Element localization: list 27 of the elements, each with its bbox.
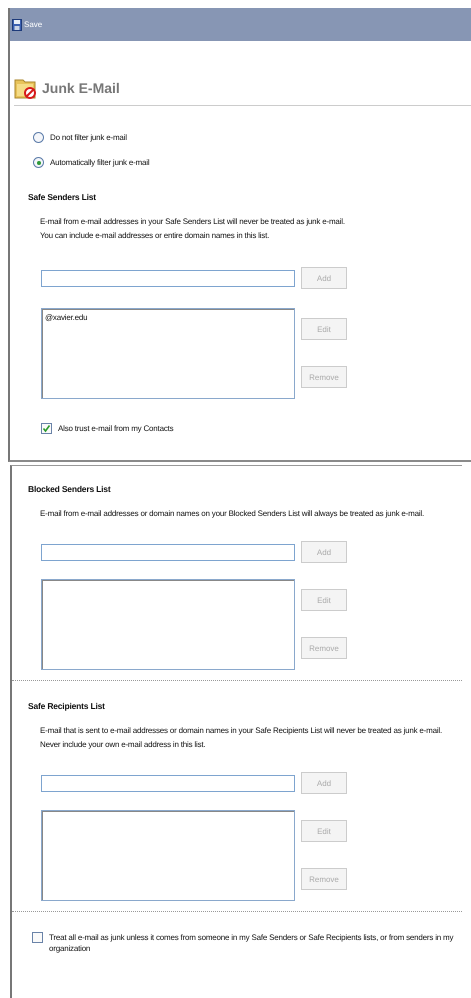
section-title: Safe Senders List — [28, 192, 97, 202]
checkbox[interactable] — [41, 423, 52, 434]
checkbox-label: Also trust e-mail from my Contacts — [58, 424, 174, 433]
address-field[interactable] — [41, 774, 295, 792]
save-button[interactable]: Save — [12, 18, 42, 30]
checkbox[interactable] — [32, 932, 43, 943]
description-text: E-mail that is sent to e-mail addresses or domain names in your Safe Recipients List will never be treated as junk e-mail. — [40, 725, 444, 737]
address-list[interactable]: @xavier.edu — [41, 308, 295, 399]
address-field[interactable] — [41, 270, 295, 286]
radio-button[interactable] — [33, 157, 44, 168]
radio-button[interactable] — [33, 132, 44, 143]
page-title: Junk E-Mail — [42, 80, 120, 96]
description-text: Never include your own e-mail address in this list. — [40, 739, 206, 751]
checkmark-icon — [42, 424, 51, 433]
radio-option[interactable]: Automatically filter junk e-mail — [33, 157, 471, 168]
description-text: You can include e-mail addresses or entire domain names in this list. — [40, 230, 270, 242]
address-list[interactable] — [41, 810, 295, 901]
address-list[interactable] — [41, 579, 295, 670]
section-title: Blocked Senders List — [28, 484, 112, 494]
section-title: Safe Recipients List — [28, 701, 106, 711]
description-text: E-mail from e-mail addresses or domain names on your Blocked Senders List will always be treated as junk e-mail. — [40, 508, 425, 520]
description-text: E-mail from e-mail addresses in your Safe Senders List will never be treated as junk e-mail. — [40, 216, 346, 228]
radio-option[interactable]: Do not filter junk e-mail — [33, 132, 471, 143]
address-field[interactable] — [41, 544, 295, 560]
junk-folder-icon — [14, 77, 38, 99]
list-entry[interactable]: @xavier.edu — [45, 313, 291, 322]
checkbox-label: Treat all e-mail as junk unless it comes from someone in my Safe Senders or Safe Recipients lists, or from senders in my organization — [49, 932, 454, 954]
